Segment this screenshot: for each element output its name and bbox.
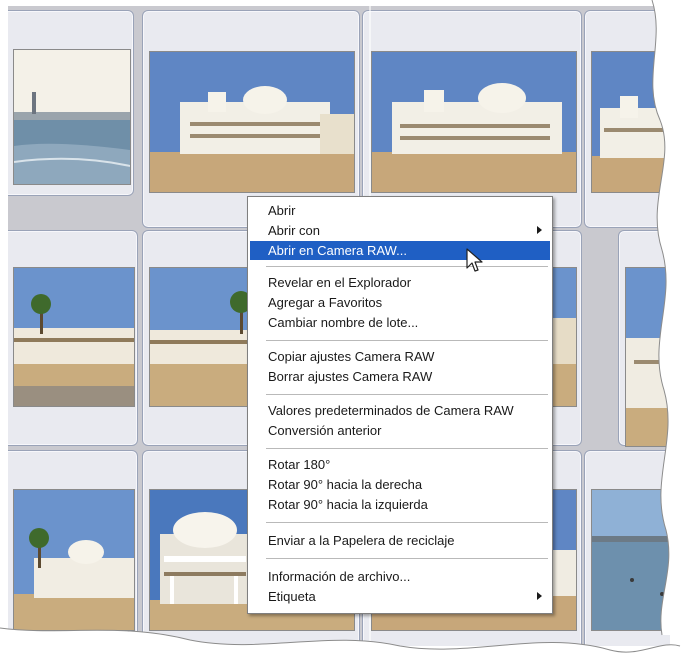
menu-item-label: Borrar ajustes Camera RAW [268, 369, 433, 384]
menu-separator [266, 394, 548, 395]
menu-item-label: Rotar 90° hacia la derecha [268, 477, 423, 492]
menu-item-revelar-en-explorador[interactable]: Revelar en el Explorador [250, 273, 550, 292]
menu-item-valores-predeterminados[interactable]: Valores predeterminados de Camera RAW [250, 401, 550, 420]
menu-item-label: Etiqueta [268, 589, 316, 604]
menu-item-rotar-180[interactable]: Rotar 180° [250, 455, 550, 474]
menu-item-label: Agregar a Favoritos [268, 295, 383, 310]
submenu-arrow-icon [537, 226, 542, 234]
menu-separator [266, 522, 548, 523]
submenu-arrow-icon [537, 592, 542, 600]
menu-item-label: Abrir con [268, 223, 321, 238]
menu-item-etiqueta[interactable]: Etiqueta [250, 587, 550, 606]
menu-separator [266, 448, 548, 449]
menu-separator [266, 558, 548, 559]
menu-item-label: Cambiar nombre de lote... [268, 315, 419, 330]
menu-item-label: Conversión anterior [268, 423, 382, 438]
menu-item-abrir-con[interactable]: Abrir con [250, 221, 550, 240]
menu-item-cambiar-nombre-de-lote[interactable]: Cambiar nombre de lote... [250, 313, 550, 332]
menu-item-label: Rotar 180° [268, 457, 331, 472]
context-menu: Abrir Abrir con Abrir en Camera RAW... R… [247, 196, 553, 614]
menu-item-label: Rotar 90° hacia la izquierda [268, 497, 428, 512]
menu-item-abrir-en-camera-raw[interactable]: Abrir en Camera RAW... [250, 241, 550, 260]
mouse-pointer-icon [466, 248, 483, 272]
menu-item-rotar-90-derecha[interactable]: Rotar 90° hacia la derecha [250, 475, 550, 494]
menu-item-agregar-a-favoritos[interactable]: Agregar a Favoritos [250, 293, 550, 312]
menu-item-label: Abrir [268, 203, 296, 218]
menu-separator [266, 340, 548, 341]
menu-item-copiar-ajustes-camera-raw[interactable]: Copiar ajustes Camera RAW [250, 347, 550, 366]
menu-item-borrar-ajustes-camera-raw[interactable]: Borrar ajustes Camera RAW [250, 367, 550, 386]
menu-item-enviar-a-papelera[interactable]: Enviar a la Papelera de reciclaje [250, 531, 550, 550]
menu-item-label: Copiar ajustes Camera RAW [268, 349, 435, 364]
menu-item-rotar-90-izquierda[interactable]: Rotar 90° hacia la izquierda [250, 495, 550, 514]
menu-item-label: Información de archivo... [268, 569, 411, 584]
menu-item-label: Abrir en Camera RAW... [268, 243, 407, 258]
menu-item-informacion-de-archivo[interactable]: Información de archivo... [250, 567, 550, 586]
menu-separator [266, 266, 548, 267]
menu-item-label: Valores predeterminados de Camera RAW [268, 403, 514, 418]
menu-item-abrir[interactable]: Abrir [250, 201, 550, 220]
menu-item-label: Enviar a la Papelera de reciclaje [268, 533, 455, 548]
menu-item-label: Revelar en el Explorador [268, 275, 412, 290]
menu-item-conversion-anterior[interactable]: Conversión anterior [250, 421, 550, 440]
